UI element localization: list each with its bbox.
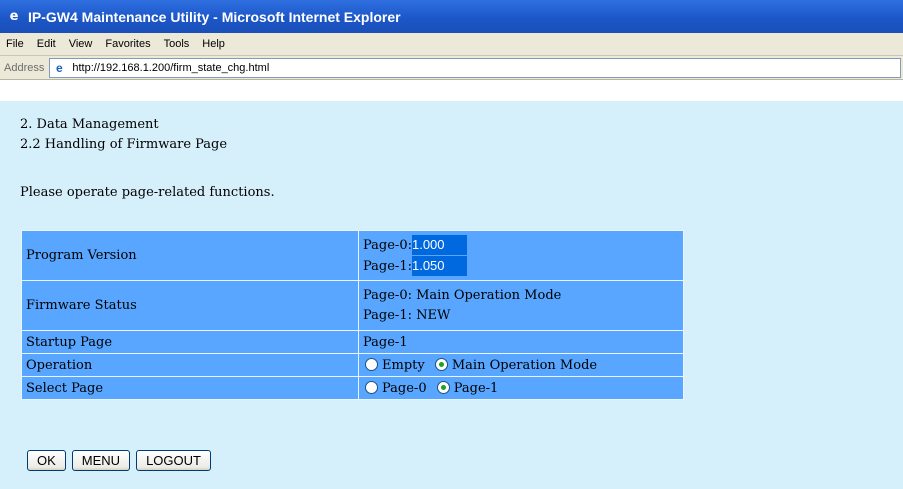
page-icon: e bbox=[56, 60, 63, 75]
window-title: IP-GW4 Maintenance Utility - Microsoft I… bbox=[28, 8, 401, 25]
browser-window: e IP-GW4 Maintenance Utility - Microsoft… bbox=[0, 0, 903, 489]
page1-version-value: 1.050 bbox=[411, 255, 467, 276]
menu-help[interactable]: Help bbox=[196, 38, 232, 50]
operation-cell: Empty Main Operation Mode bbox=[358, 353, 684, 377]
operation-main-radio[interactable] bbox=[434, 357, 448, 371]
firmware-status-cell: Page-0: Main Operation Mode Page-1: NEW bbox=[358, 280, 684, 331]
menu-button[interactable]: MENU bbox=[71, 450, 131, 471]
table-row: Firmware Status Page-0: Main Operation M… bbox=[21, 280, 684, 331]
operation-empty-radio[interactable] bbox=[365, 357, 378, 371]
address-label: Address bbox=[4, 61, 45, 74]
firmware-status-page0: Page-0: Main Operation Mode bbox=[363, 287, 562, 303]
section-heading: 2. Data Management bbox=[20, 117, 159, 132]
program-version-cell: Page-0:1.000 Page-1:1.050 bbox=[358, 230, 684, 281]
menu-tools[interactable]: Tools bbox=[158, 38, 197, 50]
table-row: Startup Page Page-1 bbox=[21, 330, 684, 354]
table-row: Program Version Page-0:1.000 Page-1:1.05… bbox=[21, 230, 684, 281]
startup-page-value: Page-1 bbox=[358, 330, 684, 354]
select-page-cell: Page-0 Page-1 bbox=[358, 376, 684, 400]
select-page1-radio[interactable] bbox=[436, 380, 450, 394]
title-bar: e IP-GW4 Maintenance Utility - Microsoft… bbox=[0, 0, 903, 33]
instruction-text: Please operate page-related functions. bbox=[20, 185, 275, 200]
firmware-status-page1: Page-1: NEW bbox=[363, 307, 451, 323]
firmware-table: Program Version Page-0:1.000 Page-1:1.05… bbox=[21, 230, 684, 400]
select-page-label: Select Page bbox=[21, 376, 359, 400]
button-row: OK MENU LOGOUT bbox=[27, 450, 211, 471]
menu-view[interactable]: View bbox=[63, 38, 100, 50]
page-content: 2. Data Management 2.2 Handling of Firmw… bbox=[0, 101, 903, 489]
ok-button[interactable]: OK bbox=[27, 450, 66, 471]
internet-explorer-icon: e bbox=[9, 9, 19, 24]
menu-favorites[interactable]: Favorites bbox=[99, 38, 157, 50]
subsection-heading: 2.2 Handling of Firmware Page bbox=[20, 137, 228, 152]
select-page1-label[interactable]: Page-1 bbox=[454, 381, 499, 396]
program-version-label: Program Version bbox=[21, 230, 359, 281]
startup-page-label: Startup Page bbox=[21, 330, 359, 354]
menu-file[interactable]: File bbox=[0, 38, 31, 50]
operation-main-label[interactable]: Main Operation Mode bbox=[452, 358, 597, 373]
select-page0-radio[interactable] bbox=[365, 380, 378, 394]
table-row: Operation Empty Main Operation Mode bbox=[21, 353, 684, 377]
table-row: Select Page Page-0 Page-1 bbox=[21, 376, 684, 400]
address-bar: Address e http://192.168.1.200/firm_stat… bbox=[0, 56, 903, 80]
operation-empty-label[interactable]: Empty bbox=[382, 358, 425, 373]
menu-edit[interactable]: Edit bbox=[31, 38, 63, 50]
select-page0-label[interactable]: Page-0 bbox=[382, 381, 427, 396]
menu-bar: File Edit View Favorites Tools Help bbox=[0, 33, 903, 56]
page0-version-prefix: Page-0: bbox=[363, 237, 412, 253]
logout-button[interactable]: LOGOUT bbox=[136, 450, 211, 471]
firmware-status-label: Firmware Status bbox=[21, 280, 359, 331]
operation-label: Operation bbox=[21, 353, 359, 377]
address-input[interactable]: e http://192.168.1.200/firm_state_chg.ht… bbox=[49, 57, 901, 78]
address-url: http://192.168.1.200/firm_state_chg.html bbox=[72, 61, 270, 74]
page1-version-prefix: Page-1: bbox=[363, 258, 412, 274]
page0-version-value: 1.000 bbox=[411, 234, 467, 255]
